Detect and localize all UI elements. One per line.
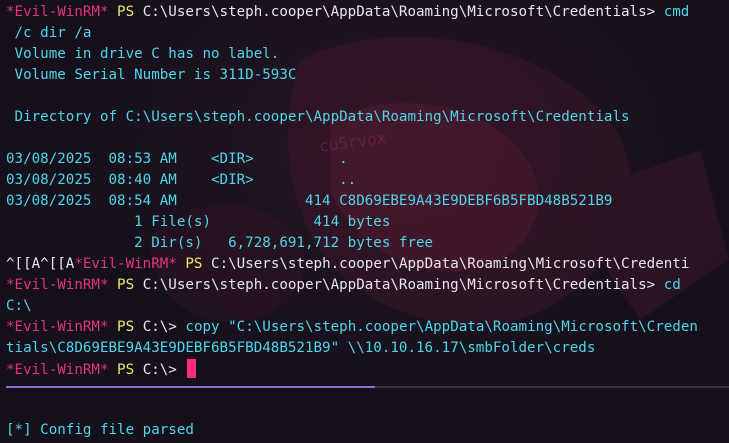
terminal-output: *Evil-WinRM* PS C:\Users\steph.cooper\Ap… — [6, 2, 729, 380]
prompt-ps: PS — [117, 362, 135, 378]
output-text: 2 Dir(s) 6,728,691,712 bytes free — [6, 235, 434, 251]
prompt-name: *Evil-WinRM* — [6, 4, 109, 20]
prompt-line: *Evil-WinRM* PS C:\> copy "C:\Users\step… — [6, 317, 729, 338]
prompt-path: C:\Users\steph.cooper\AppData\Roaming\Mi… — [142, 4, 656, 20]
prompt-ps: PS — [117, 4, 135, 20]
output-line: /c dir /a — [6, 23, 729, 44]
output-text: Volume Serial Number is 311D-593C — [6, 67, 297, 83]
command-text: cd — [655, 277, 681, 293]
prompt-path: C:\> — [142, 319, 177, 335]
output-line: 03/08/2025 08:53 AM <DIR> . — [6, 149, 729, 170]
prompt-line: *Evil-WinRM* PS C:\Users\steph.cooper\Ap… — [6, 275, 729, 296]
output-line: C:\ — [6, 296, 729, 317]
output-text: 03/08/2025 08:54 AM 414 C8D69EBE9A43E9DE… — [6, 193, 613, 209]
output-text: Directory of C:\Users\steph.cooper\AppDa… — [6, 109, 630, 125]
output-line: Directory of C:\Users\steph.cooper\AppDa… — [6, 107, 729, 128]
prompt-line: ^[[A^[[A*Evil-WinRM* PS C:\Users\steph.c… — [6, 254, 729, 275]
prompt-name: *Evil-WinRM* — [6, 362, 109, 378]
output-text: Volume in drive C has no label. — [6, 46, 280, 62]
prompt-path: C:\> — [142, 362, 177, 378]
terminal-window[interactable]: cu5rvox *Evil-WinRM* PS C:\Users\steph.c… — [0, 0, 729, 443]
command-text — [177, 362, 186, 378]
output-line: 2 Dir(s) 6,728,691,712 bytes free — [6, 233, 729, 254]
progress-bar — [6, 386, 729, 388]
output-text: 1 File(s) 414 bytes — [6, 214, 391, 230]
output-line: 1 File(s) 414 bytes — [6, 212, 729, 233]
output-text: C:\ — [6, 298, 32, 314]
output-line: tials\C8D69EBE9A43E9DEBF6B5FBD48B521B9" … — [6, 338, 729, 359]
status-line: [*] Config file parsed — [6, 422, 194, 438]
output-text: /c dir /a — [6, 25, 92, 41]
prompt-name: *Evil-WinRM* — [6, 319, 109, 335]
prompt-path: C:\Users\steph.cooper\AppData\Roaming\Mi… — [211, 256, 690, 272]
prompt-path: C:\Users\steph.cooper\AppData\Roaming\Mi… — [142, 277, 656, 293]
prompt-ps: PS — [117, 277, 135, 293]
prompt-ps: PS — [117, 319, 135, 335]
output-text: tials\C8D69EBE9A43E9DEBF6B5FBD48B521B9" … — [6, 340, 596, 356]
output-line: Volume Serial Number is 311D-593C — [6, 65, 729, 86]
command-text: cmd — [655, 4, 690, 20]
prompt-line: *Evil-WinRM* PS C:\Users\steph.cooper\Ap… — [6, 2, 729, 23]
text-cursor[interactable] — [187, 359, 197, 378]
output-text: 03/08/2025 08:40 AM <DIR> .. — [6, 172, 357, 188]
prompt-line: *Evil-WinRM* PS C:\> — [6, 359, 729, 380]
output-line: 03/08/2025 08:54 AM 414 C8D69EBE9A43E9DE… — [6, 191, 729, 212]
progress-bar-fill — [6, 386, 375, 388]
prompt-name: *Evil-WinRM* — [74, 256, 177, 272]
command-text: copy "C:\Users\steph.cooper\AppData\Roam… — [176, 319, 698, 335]
output-line: 03/08/2025 08:40 AM <DIR> .. — [6, 170, 729, 191]
prompt-ps: PS — [185, 256, 203, 272]
escape-prefix: ^[[A^[[A — [6, 256, 75, 272]
prompt-name: *Evil-WinRM* — [6, 277, 109, 293]
output-line: Volume in drive C has no label. — [6, 44, 729, 65]
output-text: 03/08/2025 08:53 AM <DIR> . — [6, 151, 348, 167]
